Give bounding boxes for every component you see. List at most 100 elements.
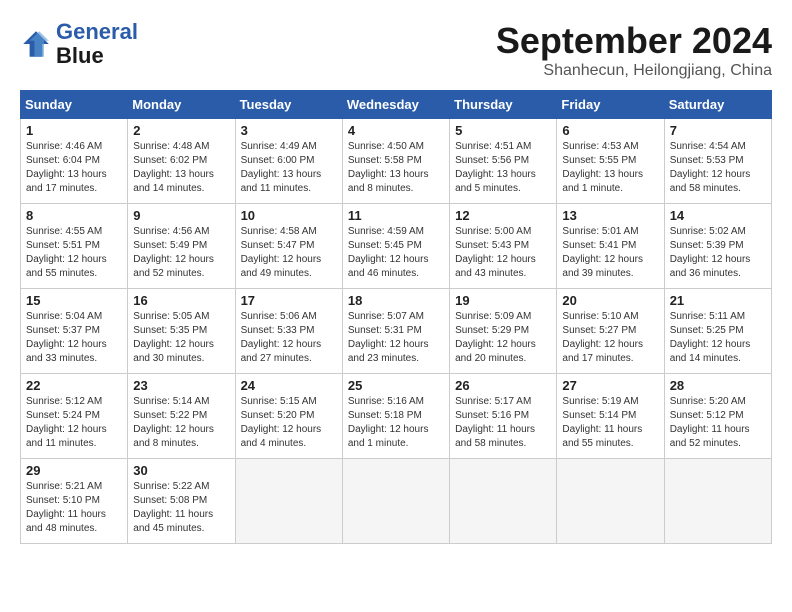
logo: General Blue: [20, 20, 138, 68]
day-number: 16: [133, 293, 229, 308]
day-cell-1: 1 Sunrise: 4:46 AM Sunset: 6:04 PM Dayli…: [21, 119, 128, 204]
day-cell-24: 24 Sunrise: 5:15 AM Sunset: 5:20 PM Dayl…: [235, 374, 342, 459]
day-info: Sunrise: 5:21 AM Sunset: 5:10 PM Dayligh…: [26, 480, 122, 536]
day-number: 18: [348, 293, 444, 308]
day-number: 11: [348, 208, 444, 223]
day-info: Sunrise: 5:11 AM Sunset: 5:25 PM Dayligh…: [670, 310, 766, 366]
day-cell-22: 22 Sunrise: 5:12 AM Sunset: 5:24 PM Dayl…: [21, 374, 128, 459]
day-info: Sunrise: 5:20 AM Sunset: 5:12 PM Dayligh…: [670, 395, 766, 451]
day-info: Sunrise: 4:51 AM Sunset: 5:56 PM Dayligh…: [455, 140, 551, 196]
day-cell-19: 19 Sunrise: 5:09 AM Sunset: 5:29 PM Dayl…: [450, 289, 557, 374]
day-cell-12: 12 Sunrise: 5:00 AM Sunset: 5:43 PM Dayl…: [450, 204, 557, 289]
day-number: 28: [670, 378, 766, 393]
day-info: Sunrise: 4:59 AM Sunset: 5:45 PM Dayligh…: [348, 225, 444, 281]
location: Shanhecun, Heilongjiang, China: [496, 62, 772, 80]
header-wednesday: Wednesday: [342, 91, 449, 119]
header-thursday: Thursday: [450, 91, 557, 119]
logo-icon: [20, 28, 52, 60]
day-cell-3: 3 Sunrise: 4:49 AM Sunset: 6:00 PM Dayli…: [235, 119, 342, 204]
header-sunday: Sunday: [21, 91, 128, 119]
day-number: 14: [670, 208, 766, 223]
day-cell-28: 28 Sunrise: 5:20 AM Sunset: 5:12 PM Dayl…: [664, 374, 771, 459]
calendar-table: Sunday Monday Tuesday Wednesday Thursday…: [20, 90, 772, 544]
day-cell-7: 7 Sunrise: 4:54 AM Sunset: 5:53 PM Dayli…: [664, 119, 771, 204]
day-cell-13: 13 Sunrise: 5:01 AM Sunset: 5:41 PM Dayl…: [557, 204, 664, 289]
day-info: Sunrise: 5:05 AM Sunset: 5:35 PM Dayligh…: [133, 310, 229, 366]
day-info: Sunrise: 5:16 AM Sunset: 5:18 PM Dayligh…: [348, 395, 444, 451]
day-number: 8: [26, 208, 122, 223]
day-number: 21: [670, 293, 766, 308]
day-number: 4: [348, 123, 444, 138]
day-info: Sunrise: 4:49 AM Sunset: 6:00 PM Dayligh…: [241, 140, 337, 196]
day-info: Sunrise: 4:53 AM Sunset: 5:55 PM Dayligh…: [562, 140, 658, 196]
day-info: Sunrise: 5:06 AM Sunset: 5:33 PM Dayligh…: [241, 310, 337, 366]
day-cell-30: 30 Sunrise: 5:22 AM Sunset: 5:08 PM Dayl…: [128, 459, 235, 544]
empty-cell-4-6: [664, 459, 771, 544]
week-row-4: 22 Sunrise: 5:12 AM Sunset: 5:24 PM Dayl…: [21, 374, 772, 459]
empty-cell-4-2: [235, 459, 342, 544]
day-cell-9: 9 Sunrise: 4:56 AM Sunset: 5:49 PM Dayli…: [128, 204, 235, 289]
day-number: 20: [562, 293, 658, 308]
day-info: Sunrise: 5:07 AM Sunset: 5:31 PM Dayligh…: [348, 310, 444, 366]
day-info: Sunrise: 5:10 AM Sunset: 5:27 PM Dayligh…: [562, 310, 658, 366]
day-number: 23: [133, 378, 229, 393]
empty-cell-4-5: [557, 459, 664, 544]
day-number: 13: [562, 208, 658, 223]
day-info: Sunrise: 4:56 AM Sunset: 5:49 PM Dayligh…: [133, 225, 229, 281]
day-number: 30: [133, 463, 229, 478]
day-number: 6: [562, 123, 658, 138]
empty-cell-4-3: [342, 459, 449, 544]
day-info: Sunrise: 5:01 AM Sunset: 5:41 PM Dayligh…: [562, 225, 658, 281]
week-row-2: 8 Sunrise: 4:55 AM Sunset: 5:51 PM Dayli…: [21, 204, 772, 289]
day-cell-4: 4 Sunrise: 4:50 AM Sunset: 5:58 PM Dayli…: [342, 119, 449, 204]
day-info: Sunrise: 5:19 AM Sunset: 5:14 PM Dayligh…: [562, 395, 658, 451]
title-block: September 2024 Shanhecun, Heilongjiang, …: [496, 20, 772, 80]
day-number: 3: [241, 123, 337, 138]
header-tuesday: Tuesday: [235, 91, 342, 119]
day-number: 19: [455, 293, 551, 308]
day-info: Sunrise: 5:14 AM Sunset: 5:22 PM Dayligh…: [133, 395, 229, 451]
day-cell-16: 16 Sunrise: 5:05 AM Sunset: 5:35 PM Dayl…: [128, 289, 235, 374]
day-info: Sunrise: 5:22 AM Sunset: 5:08 PM Dayligh…: [133, 480, 229, 536]
day-cell-21: 21 Sunrise: 5:11 AM Sunset: 5:25 PM Dayl…: [664, 289, 771, 374]
day-number: 5: [455, 123, 551, 138]
week-row-3: 15 Sunrise: 5:04 AM Sunset: 5:37 PM Dayl…: [21, 289, 772, 374]
weekday-header-row: Sunday Monday Tuesday Wednesday Thursday…: [21, 91, 772, 119]
day-info: Sunrise: 5:04 AM Sunset: 5:37 PM Dayligh…: [26, 310, 122, 366]
day-cell-14: 14 Sunrise: 5:02 AM Sunset: 5:39 PM Dayl…: [664, 204, 771, 289]
day-number: 7: [670, 123, 766, 138]
day-number: 1: [26, 123, 122, 138]
day-number: 25: [348, 378, 444, 393]
day-cell-18: 18 Sunrise: 5:07 AM Sunset: 5:31 PM Dayl…: [342, 289, 449, 374]
day-info: Sunrise: 5:09 AM Sunset: 5:29 PM Dayligh…: [455, 310, 551, 366]
day-cell-8: 8 Sunrise: 4:55 AM Sunset: 5:51 PM Dayli…: [21, 204, 128, 289]
day-info: Sunrise: 5:00 AM Sunset: 5:43 PM Dayligh…: [455, 225, 551, 281]
day-cell-27: 27 Sunrise: 5:19 AM Sunset: 5:14 PM Dayl…: [557, 374, 664, 459]
week-row-5: 29 Sunrise: 5:21 AM Sunset: 5:10 PM Dayl…: [21, 459, 772, 544]
week-row-1: 1 Sunrise: 4:46 AM Sunset: 6:04 PM Dayli…: [21, 119, 772, 204]
day-info: Sunrise: 5:17 AM Sunset: 5:16 PM Dayligh…: [455, 395, 551, 451]
day-info: Sunrise: 4:48 AM Sunset: 6:02 PM Dayligh…: [133, 140, 229, 196]
page-header: General Blue September 2024 Shanhecun, H…: [20, 20, 772, 80]
day-cell-2: 2 Sunrise: 4:48 AM Sunset: 6:02 PM Dayli…: [128, 119, 235, 204]
day-number: 29: [26, 463, 122, 478]
day-cell-6: 6 Sunrise: 4:53 AM Sunset: 5:55 PM Dayli…: [557, 119, 664, 204]
day-cell-29: 29 Sunrise: 5:21 AM Sunset: 5:10 PM Dayl…: [21, 459, 128, 544]
day-info: Sunrise: 4:54 AM Sunset: 5:53 PM Dayligh…: [670, 140, 766, 196]
day-cell-15: 15 Sunrise: 5:04 AM Sunset: 5:37 PM Dayl…: [21, 289, 128, 374]
day-info: Sunrise: 5:15 AM Sunset: 5:20 PM Dayligh…: [241, 395, 337, 451]
day-info: Sunrise: 5:12 AM Sunset: 5:24 PM Dayligh…: [26, 395, 122, 451]
month-title: September 2024: [496, 20, 772, 62]
day-number: 27: [562, 378, 658, 393]
day-info: Sunrise: 4:55 AM Sunset: 5:51 PM Dayligh…: [26, 225, 122, 281]
day-cell-10: 10 Sunrise: 4:58 AM Sunset: 5:47 PM Dayl…: [235, 204, 342, 289]
day-cell-17: 17 Sunrise: 5:06 AM Sunset: 5:33 PM Dayl…: [235, 289, 342, 374]
day-info: Sunrise: 4:58 AM Sunset: 5:47 PM Dayligh…: [241, 225, 337, 281]
day-info: Sunrise: 5:02 AM Sunset: 5:39 PM Dayligh…: [670, 225, 766, 281]
day-cell-5: 5 Sunrise: 4:51 AM Sunset: 5:56 PM Dayli…: [450, 119, 557, 204]
logo-blue: Blue: [56, 43, 104, 68]
day-info: Sunrise: 4:46 AM Sunset: 6:04 PM Dayligh…: [26, 140, 122, 196]
logo-general: General: [56, 19, 138, 44]
day-info: Sunrise: 4:50 AM Sunset: 5:58 PM Dayligh…: [348, 140, 444, 196]
header-monday: Monday: [128, 91, 235, 119]
